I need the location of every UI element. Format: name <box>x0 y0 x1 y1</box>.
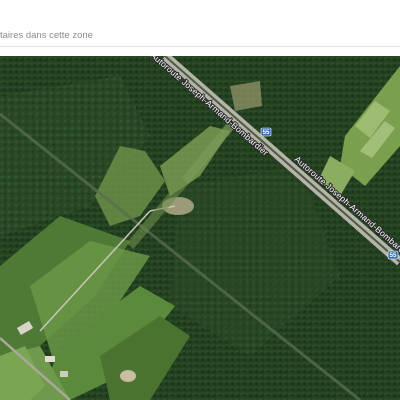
search-placeholder-text[interactable]: taires dans cette zone <box>0 30 400 41</box>
gravel-pit <box>120 370 136 382</box>
svg-text:55: 55 <box>390 253 397 259</box>
route-shield-55: 55 <box>260 127 272 137</box>
route-shield-55: 55 <box>387 250 399 260</box>
search-bar[interactable]: taires dans cette zone <box>0 0 400 56</box>
satellite-map[interactable]: Autoroute Joseph-Armand-Bombardier Autor… <box>0 56 400 400</box>
map-canvas[interactable]: Autoroute Joseph-Armand-Bombardier Autor… <box>0 56 400 400</box>
search-underline <box>0 46 400 47</box>
clearing <box>230 81 262 111</box>
svg-text:55: 55 <box>263 130 270 136</box>
building <box>60 371 68 377</box>
building <box>45 356 55 362</box>
